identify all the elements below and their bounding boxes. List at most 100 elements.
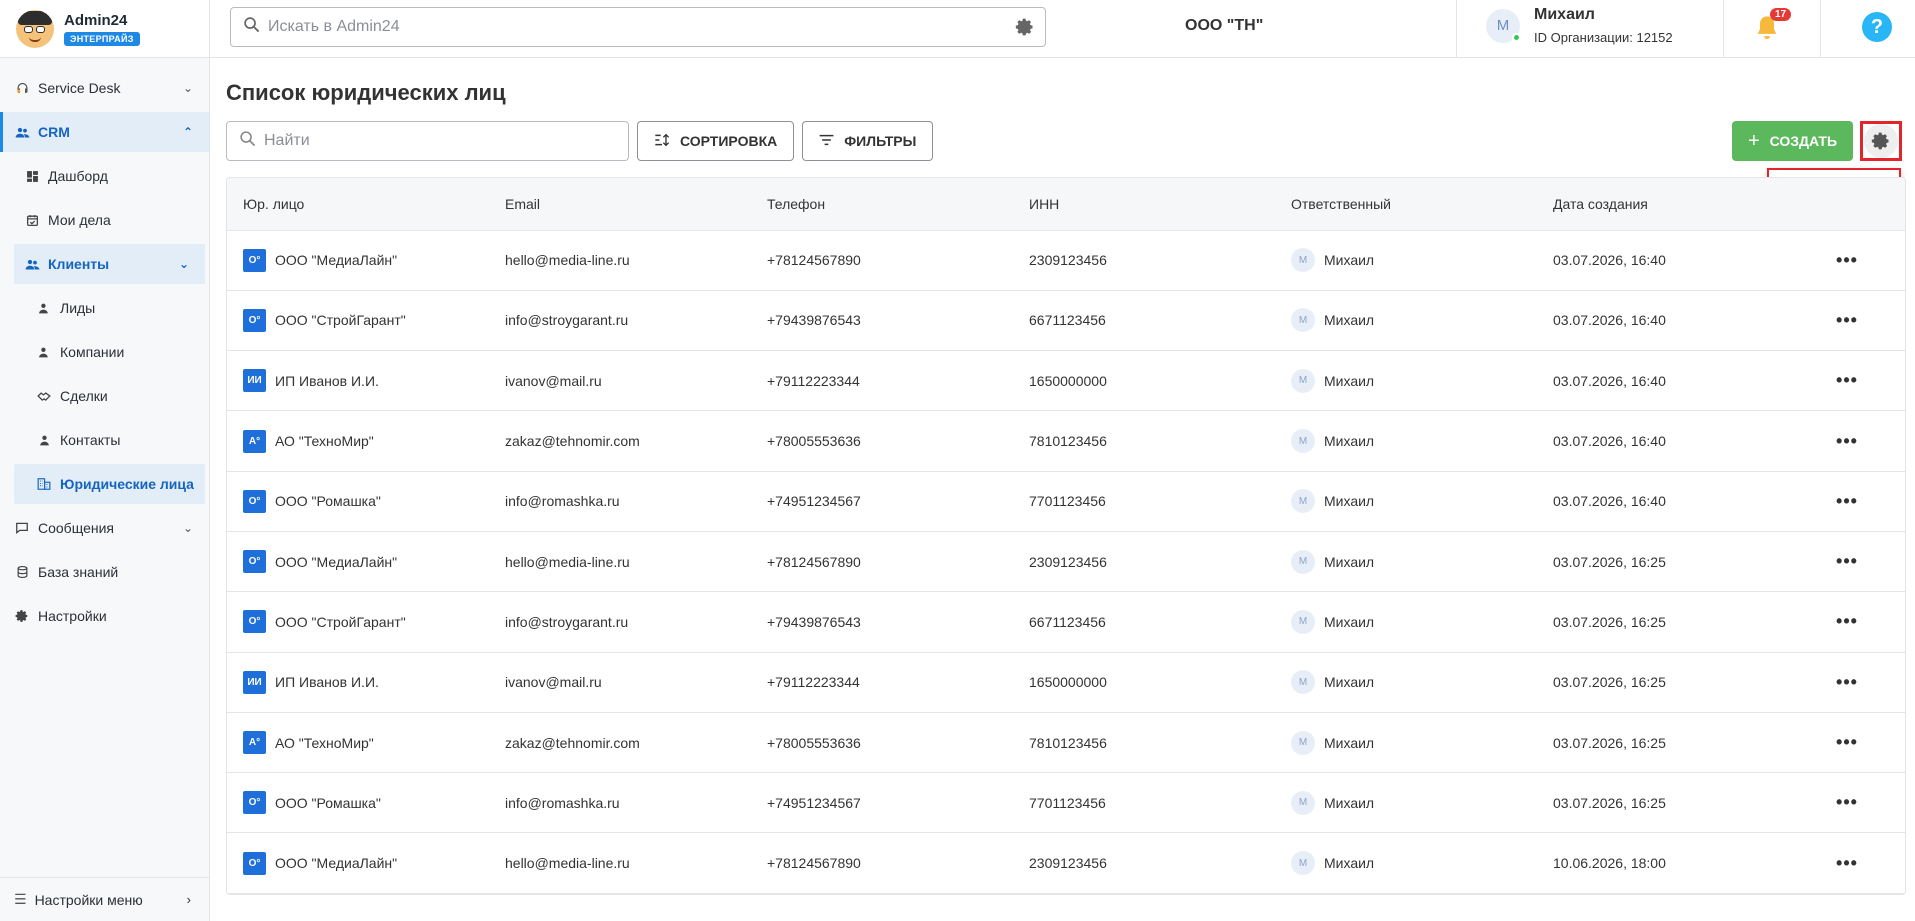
- legal-entity-name[interactable]: ООО "Ромашка": [275, 795, 381, 811]
- sort-button[interactable]: СОРТИРОВКА: [637, 121, 795, 161]
- sidebar-item-contacts[interactable]: Контакты: [0, 420, 209, 460]
- legal-entity-name[interactable]: ООО "Ромашка": [275, 493, 381, 509]
- column-header[interactable]: Email: [489, 178, 751, 231]
- sidebar-item-messages[interactable]: Сообщения ⌄: [0, 508, 209, 548]
- sidebar-item-knowledge-base[interactable]: База знаний: [0, 552, 209, 592]
- sidebar-item-my-tasks[interactable]: Мои дела: [0, 200, 209, 240]
- legal-entity-cell: О° ООО "СтройГарант": [227, 591, 489, 653]
- table-row[interactable]: О° ООО "Ромашка" info@romashka.ru +74951234…: [227, 471, 1905, 532]
- phone-cell: +74951234567: [751, 772, 1013, 834]
- legal-entity-name[interactable]: АО "ТехноМир": [275, 735, 374, 751]
- list-search-input[interactable]: [264, 132, 628, 150]
- row-more-menu-icon[interactable]: •••: [1787, 471, 1905, 532]
- list-icon: ☰: [14, 891, 27, 907]
- sidebar-item-crm[interactable]: CRM ⌃: [0, 112, 209, 152]
- inn-cell: 6671123456: [1013, 290, 1275, 352]
- phone-cell: +78124567890: [751, 832, 1013, 894]
- sidebar-item-companies[interactable]: Компании: [0, 332, 209, 372]
- sidebar-item-label: Сделки: [60, 388, 108, 404]
- handshake-icon: [36, 388, 52, 404]
- created-date-cell: 03.07.2026, 16:25: [1537, 772, 1787, 834]
- table-row[interactable]: ИИ ИП Иванов И.И. ivanov@mail.ru +791122233…: [227, 350, 1905, 412]
- inn-cell: 2309123456: [1013, 832, 1275, 894]
- legal-entity-name[interactable]: ООО "СтройГарант": [275, 312, 406, 328]
- column-header[interactable]: Юр. лицо: [227, 178, 489, 231]
- entity-type-badge: ИИ: [243, 369, 266, 393]
- plan-badge: ЭНТЕРПРАЙЗ: [64, 31, 140, 46]
- create-button[interactable]: + СОЗДАТЬ: [1732, 121, 1853, 161]
- responsible-cell: М Михаил: [1275, 712, 1537, 774]
- column-header[interactable]: Телефон: [751, 178, 1013, 231]
- avatar: М: [1291, 308, 1315, 333]
- global-search-input[interactable]: [268, 18, 1045, 36]
- avatar: М: [1291, 609, 1315, 634]
- sidebar-item-dashboard[interactable]: Дашборд: [0, 156, 209, 196]
- row-more-menu-icon[interactable]: •••: [1787, 410, 1905, 472]
- table-row[interactable]: ИИ ИП Иванов И.И. ivanov@mail.ru +791122233…: [227, 652, 1905, 713]
- table-row[interactable]: А° АО "ТехноМир" zakaz@tehnomir.com +780055…: [227, 712, 1905, 774]
- created-date-cell: 03.07.2026, 16:25: [1537, 531, 1787, 593]
- row-more-menu-icon[interactable]: •••: [1787, 591, 1905, 653]
- sidebar-item-leads[interactable]: Лиды: [0, 288, 209, 328]
- help-icon[interactable]: ?: [1862, 12, 1892, 42]
- sidebar-item-service-desk[interactable]: Service Desk ⌄: [0, 68, 209, 108]
- row-more-menu-icon[interactable]: •••: [1787, 230, 1905, 291]
- sidebar-item-label: Контакты: [60, 432, 121, 448]
- legal-entity-name[interactable]: ООО "МедиаЛайн": [275, 855, 397, 871]
- created-date-cell: 03.07.2026, 16:40: [1537, 290, 1787, 352]
- table-row[interactable]: О° ООО "МедиаЛайн" hello@media-line.ru +781…: [227, 230, 1905, 291]
- legal-entity-name[interactable]: ИП Иванов И.И.: [275, 373, 379, 389]
- organization-id: ID Организации: 12152: [1534, 30, 1673, 45]
- row-more-menu-icon[interactable]: •••: [1787, 712, 1905, 774]
- phone-cell: +79112223344: [751, 350, 1013, 412]
- column-header[interactable]: Дата создания: [1537, 178, 1787, 231]
- table-row[interactable]: О° ООО "СтройГарант" info@stroygarant.ru +7…: [227, 290, 1905, 352]
- filters-button[interactable]: ФИЛЬТРЫ: [802, 121, 934, 161]
- list-settings-button[interactable]: [1860, 121, 1902, 161]
- row-more-menu-icon[interactable]: •••: [1787, 772, 1905, 834]
- table-row[interactable]: О° ООО "Ромашка" info@romashka.ru +74951234…: [227, 772, 1905, 834]
- row-more-menu-icon[interactable]: •••: [1787, 652, 1905, 713]
- sidebar-item-clients[interactable]: Клиенты ⌄: [14, 244, 205, 284]
- menu-settings-button[interactable]: ☰ Настройки меню ›: [0, 877, 209, 921]
- entity-type-badge: ИИ: [243, 670, 266, 694]
- table-row[interactable]: А° АО "ТехноМир" zakaz@tehnomir.com +780055…: [227, 410, 1905, 472]
- filters-label: ФИЛЬТРЫ: [844, 133, 917, 149]
- sidebar-item-settings[interactable]: Настройки: [0, 596, 209, 636]
- inn-cell: 1650000000: [1013, 350, 1275, 412]
- row-more-menu-icon[interactable]: •••: [1787, 531, 1905, 593]
- legal-entity-cell: О° ООО "МедиаЛайн": [227, 531, 489, 593]
- sidebar-item-legal-entities[interactable]: Юридические лица: [14, 464, 205, 504]
- legal-entity-name[interactable]: ООО "МедиаЛайн": [275, 252, 397, 268]
- chevron-down-icon: ⌄: [182, 521, 193, 535]
- responsible-cell: М Михаил: [1275, 350, 1537, 412]
- email-cell: ivanov@mail.ru: [489, 652, 751, 713]
- inn-cell: 7701123456: [1013, 471, 1275, 532]
- row-more-menu-icon[interactable]: •••: [1787, 290, 1905, 352]
- entity-type-badge: О°: [243, 610, 266, 634]
- row-more-menu-icon[interactable]: •••: [1787, 832, 1905, 894]
- legal-entity-name[interactable]: ИП Иванов И.И.: [275, 674, 379, 690]
- legal-entity-name[interactable]: ООО "СтройГарант": [275, 614, 406, 630]
- legal-entity-name[interactable]: ООО "МедиаЛайн": [275, 554, 397, 570]
- search-settings-gear-icon[interactable]: [1015, 17, 1035, 42]
- responsible-cell: М Михаил: [1275, 591, 1537, 653]
- column-header[interactable]: Ответственный: [1275, 178, 1537, 231]
- table-row[interactable]: О° ООО "МедиаЛайн" hello@media-line.ru +781…: [227, 531, 1905, 593]
- table-row[interactable]: О° ООО "МедиаЛайн" hello@media-line.ru +781…: [227, 832, 1905, 894]
- column-header[interactable]: ИНН: [1013, 178, 1275, 231]
- avatar: М: [1291, 248, 1315, 273]
- brand[interactable]: Admin24 ЭНТЕРПРАЙЗ: [0, 0, 209, 58]
- legal-entity-name[interactable]: АО "ТехноМир": [275, 433, 374, 449]
- row-more-menu-icon[interactable]: •••: [1787, 350, 1905, 412]
- legal-entities-table: Юр. лицо Email Телефон ИНН Ответственный…: [226, 177, 1906, 895]
- user-profile[interactable]: М Михаил ID Организации: 12152: [1486, 6, 1673, 45]
- responsible-name: Михаил: [1324, 855, 1375, 872]
- chevron-down-icon: ⌄: [182, 81, 193, 95]
- organization-name[interactable]: ООО "ТН": [1185, 17, 1263, 35]
- table-row[interactable]: О° ООО "СтройГарант" info@stroygarant.ru +7…: [227, 591, 1905, 653]
- sidebar-item-deals[interactable]: Сделки: [0, 376, 209, 416]
- inn-cell: 7810123456: [1013, 712, 1275, 774]
- column-header-actions: [1787, 178, 1905, 231]
- person-icon: [36, 344, 52, 360]
